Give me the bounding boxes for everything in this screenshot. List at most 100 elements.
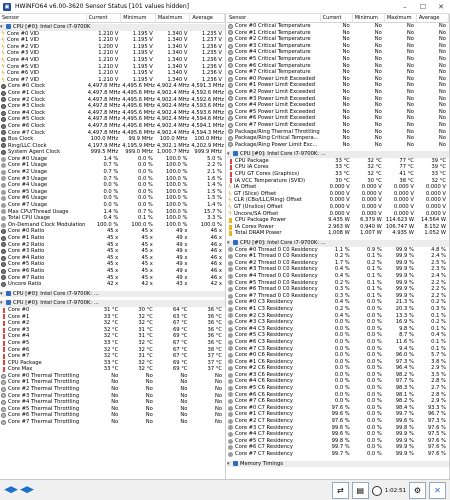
sensor-row[interactable]: Core #4 Clock 4,497.8 MHz 4,495.6 MHz 4,902… [0, 110, 225, 117]
sensor-row[interactable]: Core #2 32 °C 32 °C 67 °C 36 °C [0, 320, 225, 327]
sensor-row[interactable]: Core #6 Ratio 45 x 45 x 49 x 46 x [0, 268, 225, 275]
sensor-row[interactable]: Package/Ring Power Limit Exc... No No No No [227, 142, 449, 149]
collapse-chevron-icon[interactable]: ▾ [227, 151, 232, 158]
sensor-row[interactable]: Core #4 Thermal Throttling No No No No [0, 399, 225, 406]
sensor-row[interactable]: Core #5 C6 Residency 0.0 % 0.0 % 98.3 % 2.7 … [227, 385, 449, 392]
sensor-row[interactable]: Core #7 C7 Residency 99.7 % 0.0 % 99.9 % 97.… [227, 451, 449, 458]
sensor-row[interactable]: Package/Ring Critical Tempera... No No No No [227, 135, 449, 142]
sensor-row[interactable]: Total CPU Usage 0.4 % 0.1 % 100.0 % 3.3 % [0, 215, 225, 222]
sensor-row[interactable]: Core #0 C7 Residency 97.6 % 0.0 % 98.4 % 93.… [227, 405, 449, 412]
minimize-button[interactable]: – [396, 0, 414, 14]
sensor-row[interactable]: Core #0 Power Limit Exceeded No No No No [227, 76, 449, 83]
sensor-row[interactable]: ϟ Core #6 VID 1.210 V 1.195 V 1.340 V 1.236 V [0, 70, 225, 77]
sensor-row[interactable]: Core #4 C6 Residency 0.0 % 0.0 % 97.7 % 2.8 … [227, 378, 449, 385]
sensor-row[interactable]: Core #6 Clock 4,497.8 MHz 4,495.6 MHz 4,902… [0, 123, 225, 130]
gear-icon[interactable]: ⚙ [409, 482, 426, 499]
sensor-row[interactable]: ϟ Core #2 VID 1.200 V 1.195 V 1.340 V 1.236 V [0, 44, 225, 51]
sensor-row[interactable]: Core #0 Thermal Throttling No No No No [0, 373, 225, 380]
sensor-row[interactable]: Core #5 Ratio 45 x 45 x 49 x 46 x [0, 261, 225, 268]
sensor-row[interactable]: Core #1 Thermal Throttling No No No No [0, 379, 225, 386]
sensor-row[interactable]: On-Demand Clock Modulation 100.0 % 100.0 %… [0, 222, 225, 229]
sensor-row[interactable]: ϟ Core #4 VID 1.210 V 1.195 V 1.340 V 1.236 V [0, 57, 225, 64]
sensor-row[interactable]: Core #2 Clock 4,497.8 MHz 4,495.6 MHz 4,902… [0, 97, 225, 104]
sensor-row[interactable]: Core #4 Power Limit Exceeded No No No No [227, 102, 449, 109]
sensor-row[interactable]: Max CPU/Thread Usage 1.4 % 0.7 % 100.0 % 15.… [0, 209, 225, 216]
close-button[interactable]: ✕ [432, 0, 450, 14]
sensor-row[interactable]: Core #1 C6 Residency 0.0 % 0.0 % 97.3 % 3.8 … [227, 359, 449, 366]
sensor-row[interactable]: Core #3 32 °C 31 °C 69 °C 36 °C [0, 327, 225, 334]
sensor-row[interactable]: Core #3 Ratio 45 x 45 x 49 x 46 x [0, 248, 225, 255]
sensor-row[interactable]: Core #6 Usage 0.0 % 0.0 % 100.0 % 1.5 % [0, 195, 225, 202]
sensor-row[interactable]: ϟ Core #7 VID 1.210 V 1.195 V 1.340 V 1.236 V [0, 77, 225, 84]
sensor-row[interactable]: Core #5 Power Limit Exceeded No No No No [227, 109, 449, 116]
sensor-row[interactable]: Core #4 Usage 0.0 % 0.0 % 100.0 % 1.4 % [0, 182, 225, 189]
sensor-row[interactable]: Core #5 Thermal Throttling No No No No [0, 406, 225, 413]
sensor-row[interactable]: ϟ IA Offset 0.000 V 0.000 V 0.000 V 0.000 V [227, 184, 449, 191]
sensor-row[interactable]: Core #3 Thread 0 C0 Residency 0.4 % 0.1 % 9… [227, 266, 449, 273]
sensor-row[interactable]: Core #7 Thread 0 C0 Residency 0.3 % 0.1 % 9… [227, 293, 449, 300]
collapse-chevron-icon[interactable]: ▾ [227, 240, 232, 247]
sensor-row[interactable]: Core #4 Critical Temperature No No No No [227, 49, 449, 56]
sensor-row[interactable]: Core #1 Ratio 45 x 45 x 49 x 46 x [0, 235, 225, 242]
sensor-row[interactable]: CPU Package 33 °C 32 °C 77 °C 39 °C [227, 158, 449, 165]
sensor-row[interactable]: Core Max 33 °C 32 °C 69 °C 37 °C [0, 366, 225, 373]
sensor-row[interactable]: ϟ Core #3 VID 1.210 V 1.195 V 1.340 V 1.235 V [0, 50, 225, 57]
sensor-row[interactable]: Core #7 Critical Temperature No No No No [227, 69, 449, 76]
sensor-row[interactable]: Core #6 Power Limit Exceeded No No No No [227, 115, 449, 122]
sensor-row[interactable]: Core #6 32 °C 32 °C 67 °C 38 °C [0, 347, 225, 354]
sensor-row[interactable]: Core #4 Ratio 45 x 45 x 49 x 46 x [0, 255, 225, 262]
header-maximum[interactable]: Maximum [385, 14, 417, 23]
sensor-row[interactable]: ϟ Core #5 VID 1.210 V 1.195 V 1.340 V 1.236 V [0, 64, 225, 71]
sensor-row[interactable]: Core #2 Ratio 45 x 45 x 49 x 46 x [0, 242, 225, 249]
sensor-row[interactable]: ϟ CLR (CBo/LLC/Ring) Offset 0.000 V 0.000 V… [227, 197, 449, 204]
sensor-row[interactable]: Package/Ring Thermal Throttling No No No No [227, 129, 449, 136]
sensor-row[interactable]: Core #0 Clock 4,497.8 MHz 4,495.6 MHz 4,902… [0, 83, 225, 90]
sensor-row[interactable]: Core #5 Critical Temperature No No No No [227, 56, 449, 63]
sensor-row[interactable]: Core #1 Usage 0.7 % 0.0 % 100.0 % 2.2 % [0, 162, 225, 169]
collapse-chevron-icon[interactable]: ▾ [0, 300, 5, 307]
sensor-group-header[interactable]: ▾ Memory Timings [227, 460, 449, 468]
sensor-row[interactable]: Core #5 33 °C 32 °C 67 °C 36 °C [0, 340, 225, 347]
sensor-group-header[interactable]: ▾ CPU [#0]: Intel Core i7-9700K [0, 24, 225, 31]
sensor-row[interactable]: Core #3 C6 Residency 0.0 % 0.0 % 98.2 % 3.5 … [227, 372, 449, 379]
sensor-row[interactable]: Core #1 C7 Residency 99.6 % 0.0 % 99.7 % 96.… [227, 411, 449, 418]
sensor-row[interactable]: CPU IA Cores 33 °C 32 °C 77 °C 39 °C [227, 164, 449, 171]
sensor-row[interactable]: Core #6 Thread 0 C0 Residency 0.3 % 0.1 % 9… [227, 286, 449, 293]
sensor-row[interactable]: Core #4 C3 Residency 0.0 % 0.0 % 9.8 % 0.1 % [227, 326, 449, 333]
sensor-row[interactable]: Core #5 Usage 0.0 % 0.0 % 100.0 % 1.5 % [0, 189, 225, 196]
sensor-row[interactable]: Core #6 Thermal Throttling No No No No [0, 412, 225, 419]
sensor-row[interactable]: Core #3 Usage 0.7 % 0.0 % 100.0 % 1.6 % [0, 176, 225, 183]
sensor-row[interactable]: Core #5 Clock 4,497.8 MHz 4,495.6 MHz 4,902… [0, 116, 225, 123]
sensor-row[interactable]: Core #1 Critical Temperature No No No No [227, 30, 449, 37]
nav-forward-button[interactable]: ◀▶ [20, 485, 34, 496]
sensor-row[interactable]: Core #2 Thread 0 C0 Residency 1.7 % 0.2 % 9… [227, 260, 449, 267]
sensor-row[interactable]: Core #2 C7 Residency 97.6 % 0.0 % 99.6 % 97.… [227, 418, 449, 425]
sensor-group-header[interactable]: ▾ CPU [#0]: Intel Core i7-9700K: ... [227, 240, 449, 247]
sensor-row[interactable]: Core #0 C3 Residency 0.4 % 0.0 % 21.3 % 0.2 … [227, 299, 449, 306]
sensor-row[interactable]: Core #2 Thermal Throttling No No No No [0, 386, 225, 393]
sensor-row[interactable]: ϟ GT (Unslice) Offset 0.000 V 0.000 V 0.000 … [227, 204, 449, 211]
header-average[interactable]: Average [417, 14, 449, 23]
sensor-row[interactable]: Core #4 C7 Residency 99.6 % 0.0 % 99.9 % 97.… [227, 431, 449, 438]
sensor-row[interactable]: Core #3 Thermal Throttling No No No No [0, 393, 225, 400]
sensor-row[interactable]: Core #3 Power Limit Exceeded No No No No [227, 96, 449, 103]
header-maximum[interactable]: Maximum [156, 14, 191, 23]
sensor-row[interactable]: Core #3 Critical Temperature No No No No [227, 43, 449, 50]
sensor-row[interactable]: CPU Package Power 9.435 W 6.379 W 114.623 W… [227, 217, 449, 224]
sensor-row[interactable]: Core #7 Power Limit Exceeded No No No No [227, 122, 449, 129]
sensor-row[interactable]: Core #7 C6 Residency 0.0 % 0.0 % 98.2 % 2.9 … [227, 398, 449, 405]
header-average[interactable]: Average [190, 14, 225, 23]
sensor-group-header[interactable]: ▾ CPU [#0]: Intel Core i7-9700K: ... [227, 151, 449, 158]
sensor-row[interactable]: CPU GT Cores (Graphics) 33 °C 32 °C 41 °C 33… [227, 171, 449, 178]
sensor-row[interactable]: Core #5 Thread 0 C0 Residency 0.2 % 0.1 % 9… [227, 280, 449, 287]
sensor-row[interactable]: Core #1 Power Limit Exceeded No No No No [227, 82, 449, 89]
maximize-button[interactable]: ☐ [414, 0, 432, 14]
sensor-row[interactable]: Core #3 Clock 4,497.8 MHz 4,495.6 MHz 4,902… [0, 103, 225, 110]
sensor-row[interactable]: Core #0 Usage 1.4 % 0.0 % 100.0 % 5.0 % [0, 156, 225, 163]
sensor-row[interactable]: Uncore Ratio 42 x 42 x 43 x 42 x [0, 281, 225, 288]
sensor-row[interactable]: Core #7 Ratio 45 x 45 x 49 x 46 x [0, 275, 225, 282]
sensor-row[interactable]: Core #2 Critical Temperature No No No No [227, 36, 449, 43]
sensor-row[interactable]: Core #6 C7 Residency 99.7 % 0.0 % 99.9 % 97.… [227, 444, 449, 451]
sensor-list-right[interactable]: Sensor Current Minimum Maximum Average C… [227, 14, 450, 479]
header-minimum[interactable]: Minimum [353, 14, 385, 23]
